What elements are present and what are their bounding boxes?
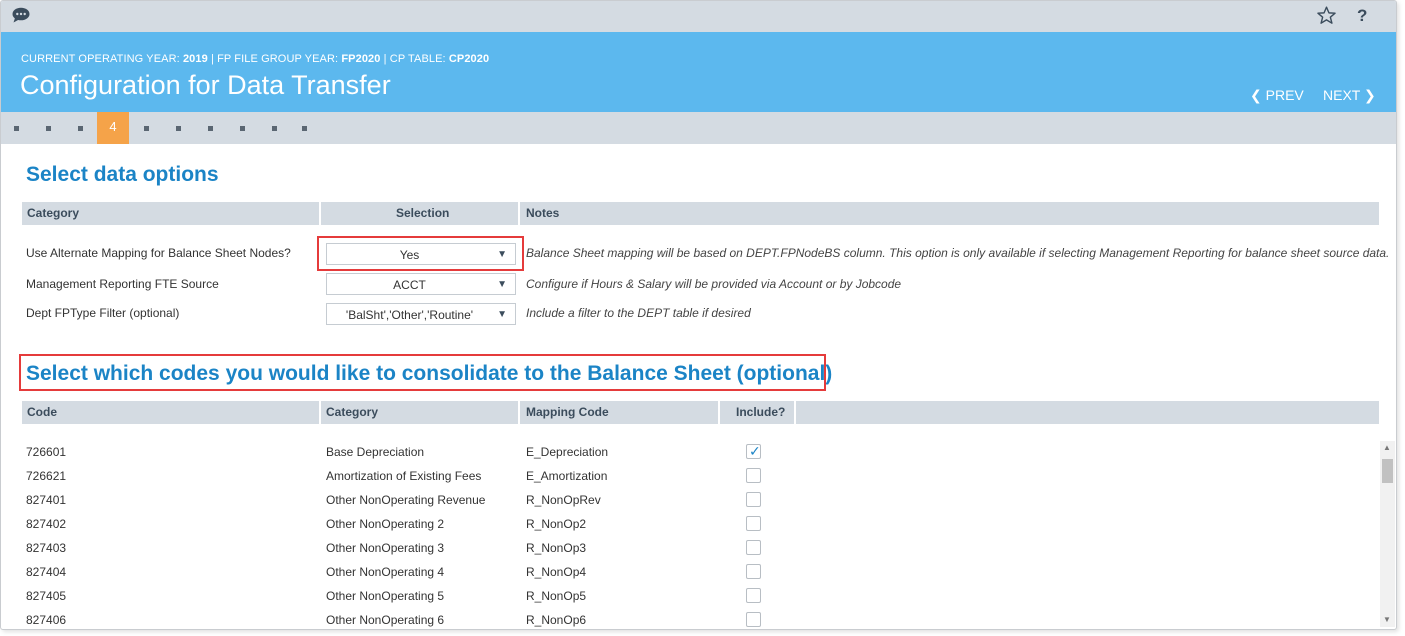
fte-source-select[interactable]: ACCT ▼: [326, 273, 516, 295]
app-window: ? CURRENT OPERATING YEAR: 2019 | FP FILE…: [0, 0, 1397, 630]
chevron-left-icon: ❮: [1250, 87, 1262, 103]
column-notes: Notes: [526, 206, 560, 220]
category-cell: Other NonOperating Revenue: [326, 493, 486, 507]
step-5[interactable]: [144, 126, 149, 131]
category-cell: Other NonOperating 6: [326, 613, 445, 627]
step-2[interactable]: [46, 126, 51, 131]
column-category: Category: [326, 405, 379, 419]
mapping-cell: E_Amortization: [526, 469, 608, 483]
scroll-down-arrow-icon[interactable]: ▼: [1383, 615, 1391, 624]
include-checkbox[interactable]: [746, 468, 761, 483]
table-row: 827402 Other NonOperating 2 R_NonOp2: [1, 512, 1379, 536]
prev-button[interactable]: ❮ PREV: [1250, 87, 1304, 104]
fp-file-group-year: FP2020: [341, 53, 381, 65]
star-icon[interactable]: [1316, 5, 1337, 31]
options-section-title: Select data options: [26, 163, 219, 186]
codes-table-header: Code Category Mapping Code Include?: [22, 401, 1379, 424]
step-3[interactable]: [78, 126, 83, 131]
table-row: 827404 Other NonOperating 4 R_NonOp4: [1, 560, 1379, 584]
code-cell: 827404: [26, 565, 67, 579]
table-row: 827405 Other NonOperating 5 R_NonOp5: [1, 584, 1379, 608]
help-icon[interactable]: ?: [1357, 6, 1367, 26]
highlight-box: [19, 354, 826, 391]
table-row: 827403 Other NonOperating 3 R_NonOp3: [1, 536, 1379, 560]
option-note: Include a filter to the DEPT table if de…: [526, 306, 751, 320]
option-label: Dept FPType Filter (optional): [26, 306, 180, 320]
mapping-cell: R_NonOpRev: [526, 493, 601, 507]
table-row: 726621 Amortization of Existing Fees E_A…: [1, 464, 1379, 488]
category-cell: Base Depreciation: [326, 445, 425, 459]
code-cell: 726621: [26, 469, 67, 483]
chat-bubble-icon[interactable]: [12, 7, 30, 28]
mapping-cell: R_NonOp3: [526, 541, 587, 555]
column-selection: Selection: [396, 206, 450, 220]
option-label: Use Alternate Mapping for Balance Sheet …: [26, 246, 291, 260]
code-cell: 726601: [26, 445, 67, 459]
table-row: 726601 Base Depreciation E_Depreciation: [1, 440, 1379, 464]
mapping-cell: E_Depreciation: [526, 445, 609, 459]
code-cell: 827402: [26, 517, 67, 531]
step-7[interactable]: [208, 126, 213, 131]
category-cell: Amortization of Existing Fees: [326, 469, 482, 483]
mapping-cell: R_NonOp4: [526, 565, 587, 579]
mapping-cell: R_NonOp5: [526, 589, 587, 603]
step-progress: 4: [1, 112, 1396, 144]
step-current[interactable]: 4: [97, 112, 129, 144]
column-code: Code: [27, 405, 57, 419]
category-cell: Other NonOperating 5: [326, 589, 445, 603]
step-8[interactable]: [240, 126, 245, 131]
include-checkbox[interactable]: [746, 612, 761, 627]
include-checkbox[interactable]: [746, 540, 761, 555]
chevron-right-icon: ❯: [1363, 87, 1376, 103]
step-1[interactable]: [14, 126, 19, 131]
options-table-header: Category Selection Notes: [22, 202, 1379, 225]
include-checkbox[interactable]: [746, 564, 761, 579]
step-6[interactable]: [176, 126, 181, 131]
include-checkbox[interactable]: [746, 492, 761, 507]
operating-year: 2019: [182, 53, 208, 65]
table-row: 827401 Other NonOperating Revenue R_NonO…: [1, 488, 1379, 512]
caret-down-icon: ▼: [497, 309, 507, 320]
scroll-up-arrow-icon[interactable]: ▲: [1383, 443, 1391, 452]
column-include: Include?: [736, 405, 786, 419]
category-cell: Other NonOperating 3: [326, 541, 445, 555]
option-note: Balance Sheet mapping will be based on D…: [526, 246, 1390, 260]
next-button[interactable]: NEXT ❯: [1323, 87, 1376, 104]
column-mapping-code: Mapping Code: [526, 405, 609, 419]
include-checkbox[interactable]: [746, 516, 761, 531]
cp-table: CP2020: [448, 53, 490, 65]
highlight-box: [317, 236, 524, 271]
step-9[interactable]: [272, 126, 277, 131]
code-cell: 827405: [26, 589, 67, 603]
page-header: CURRENT OPERATING YEAR: 2019 | FP FILE G…: [1, 32, 1396, 112]
category-cell: Other NonOperating 4: [326, 565, 445, 579]
include-checkbox[interactable]: [746, 588, 761, 603]
table-scrollbar[interactable]: ▲ ▼: [1380, 441, 1395, 627]
code-cell: 827406: [26, 613, 67, 627]
table-row: 827406 Other NonOperating 6 R_NonOp6: [1, 608, 1379, 629]
code-cell: 827401: [26, 493, 67, 507]
column-category: Category: [27, 206, 80, 220]
page-title: Configuration for Data Transfer: [20, 70, 391, 100]
include-checkbox[interactable]: [746, 443, 761, 460]
step-10[interactable]: [302, 126, 307, 131]
scrollbar-thumb[interactable]: [1382, 459, 1393, 483]
top-toolbar: ?: [1, 1, 1396, 32]
fptype-filter-select[interactable]: 'BalSht','Other','Routine' ▼: [326, 303, 516, 325]
caret-down-icon: ▼: [497, 279, 507, 290]
mapping-cell: R_NonOp2: [526, 517, 587, 531]
mapping-cell: R_NonOp6: [526, 613, 587, 627]
context-meta: CURRENT OPERATING YEAR: 2019 | FP FILE G…: [21, 53, 490, 65]
category-cell: Other NonOperating 2: [326, 517, 445, 531]
code-cell: 827403: [26, 541, 67, 555]
option-note: Configure if Hours & Salary will be prov…: [526, 277, 902, 291]
option-label: Management Reporting FTE Source: [26, 277, 219, 291]
